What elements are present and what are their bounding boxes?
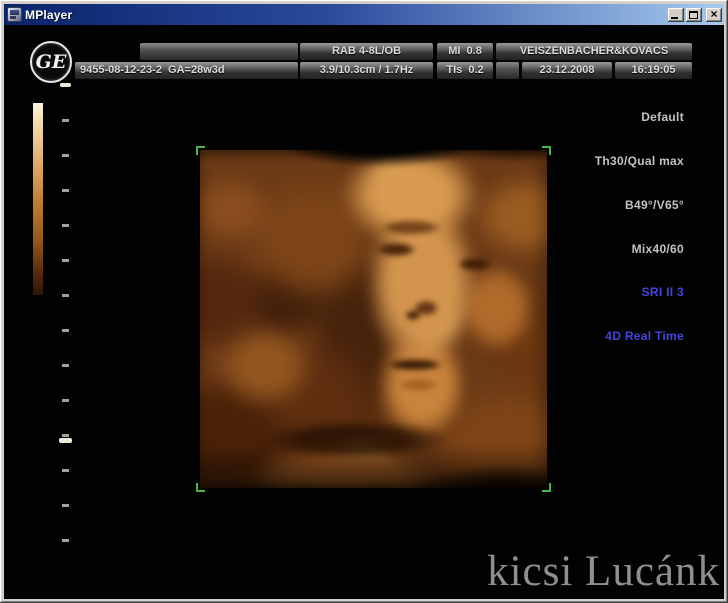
setting-4d-realtime: 4D Real Time xyxy=(605,329,684,344)
minimize-icon xyxy=(671,16,678,19)
video-caption: kicsi Lucánk xyxy=(487,548,720,595)
maximize-button[interactable] xyxy=(686,7,702,22)
window-title: MPlayer xyxy=(25,7,73,22)
mi-value: MI 0.8 xyxy=(437,43,493,60)
mplayer-icon[interactable] xyxy=(7,7,22,22)
setting-threshold-quality: Th30/Qual max xyxy=(594,153,684,168)
patient-id: 9455-08-12-23-2 GA=28w3d xyxy=(75,62,298,79)
setting-angles: B49°/V65° xyxy=(625,197,684,212)
ruler-tick-focus-marker xyxy=(59,438,72,443)
depth-ruler-ticks xyxy=(62,84,69,566)
roi-corner-top-right-icon xyxy=(542,146,551,155)
maximize-icon xyxy=(689,10,698,19)
mplayer-window: MPlayer × GE RAB 4-8L/OB MI 0.8 VEISZENB… xyxy=(0,0,728,603)
patient-name: VEISZENBACHER&KOVACS xyxy=(496,43,692,60)
roi-corner-top-left-icon xyxy=(196,146,205,155)
video-display-area: GE RAB 4-8L/OB MI 0.8 VEISZENBACHER&KOVA… xyxy=(4,25,724,599)
tis-value: TIs 0.2 xyxy=(437,62,493,79)
scan-params: 3.9/10.3cm / 1.7Hz xyxy=(300,62,433,79)
ruler-tick-top xyxy=(60,83,71,87)
header-blank-field xyxy=(140,43,298,60)
setting-default: Default xyxy=(641,110,684,125)
titlebar[interactable]: MPlayer × xyxy=(4,4,724,25)
window-controls: × xyxy=(668,6,722,22)
header-blank-small xyxy=(496,62,519,79)
scan-shading-layer xyxy=(200,150,547,488)
roi-corner-bottom-left-icon xyxy=(196,483,205,492)
close-button[interactable]: × xyxy=(706,6,722,22)
fetus-4d-render xyxy=(200,150,547,488)
ge-logo-icon: GE xyxy=(30,41,72,83)
minimize-button[interactable] xyxy=(668,7,684,22)
render-box xyxy=(196,146,551,492)
grayscale-colormap-bar xyxy=(33,103,43,295)
scan-settings-list: Default Th30/Qual max B49°/V65° Mix40/60… xyxy=(595,81,684,373)
exam-date: 23.12.2008 xyxy=(522,62,612,79)
setting-mix: Mix40/60 xyxy=(631,241,684,256)
probe-label: RAB 4-8L/OB xyxy=(300,43,433,60)
setting-sri: SRI II 3 xyxy=(641,285,684,300)
roi-corner-bottom-right-icon xyxy=(542,483,551,492)
close-icon: × xyxy=(710,6,718,21)
exam-time: 16:19:05 xyxy=(615,62,692,79)
